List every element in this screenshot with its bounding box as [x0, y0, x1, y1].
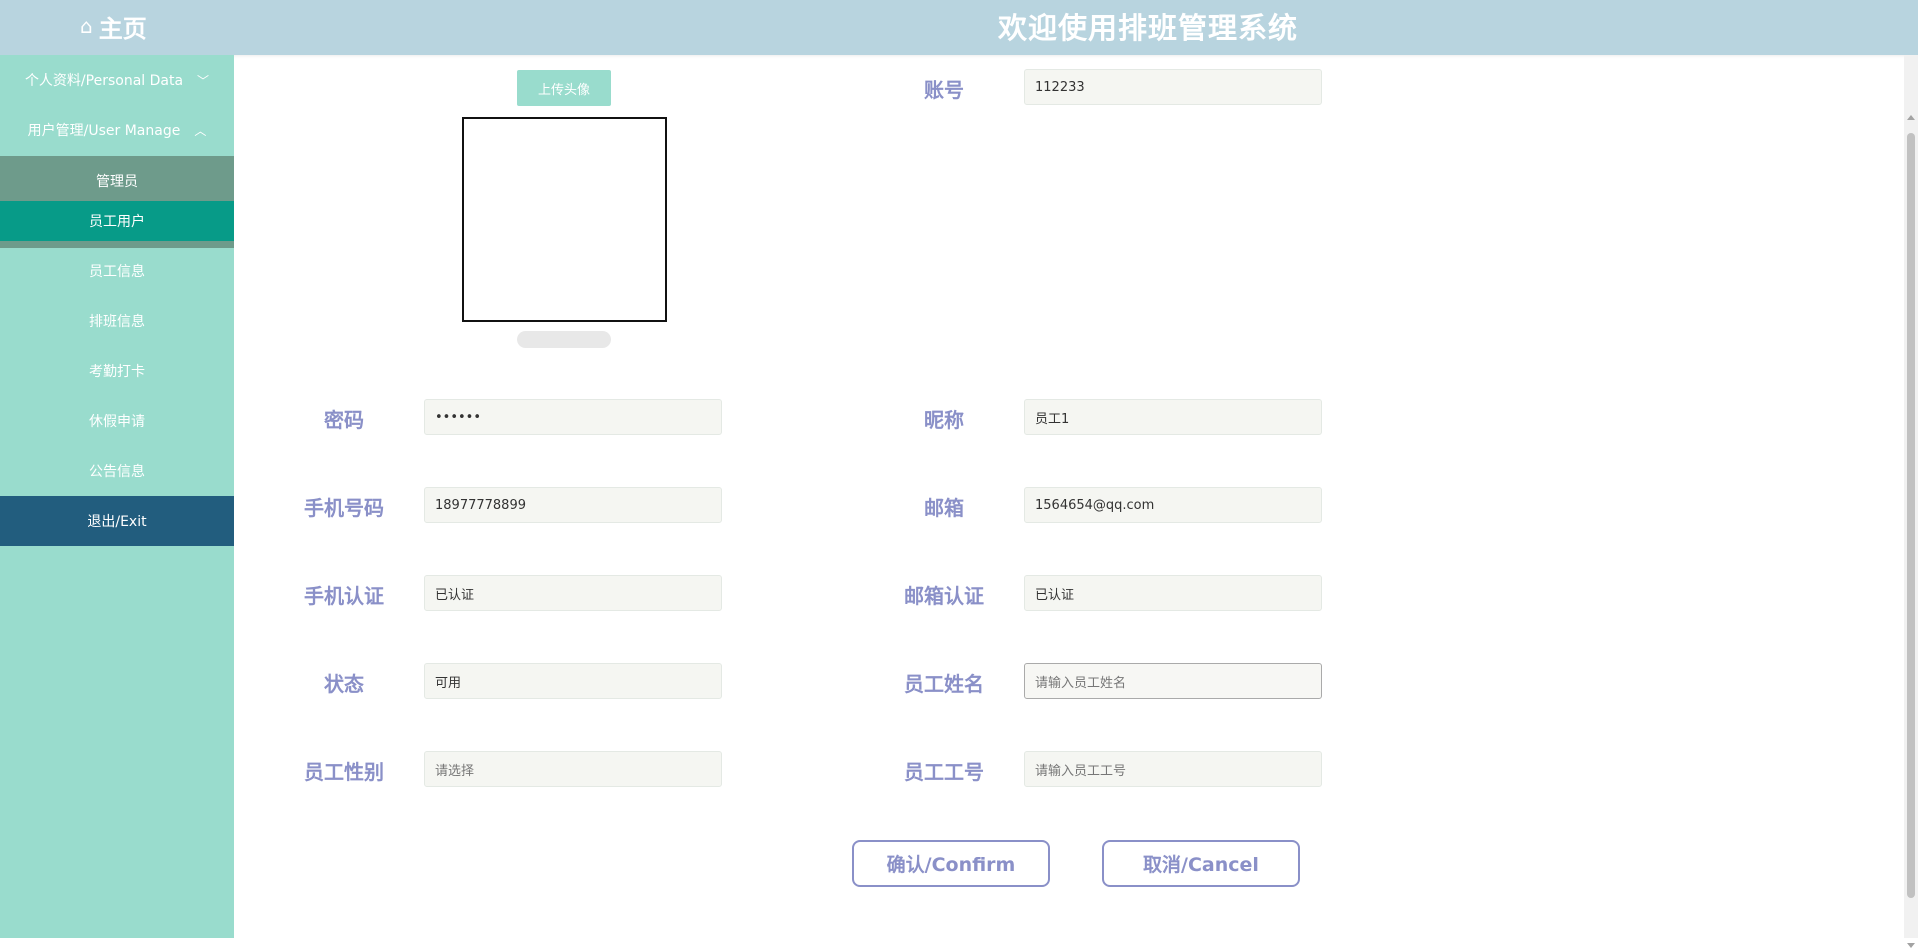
menu-user-manage-label: 用户管理/User Manage: [27, 123, 181, 139]
menu-user-manage[interactable]: 用户管理/User Manage ︿: [0, 105, 234, 155]
status-label: 状态: [324, 671, 364, 696]
sidebar-item-staff-user[interactable]: 员工用户: [0, 201, 234, 241]
sidebar-item-label: 考勤打卡: [89, 364, 145, 380]
email-field[interactable]: 1564654@qq.com: [1024, 487, 1322, 523]
account-field[interactable]: 112233: [1024, 69, 1322, 105]
cancel-button[interactable]: 取消/Cancel: [1102, 840, 1300, 887]
avatar-caption-placeholder: [517, 331, 611, 348]
sidebar-item-staff-user-label: 员工用户: [89, 214, 145, 230]
sidebar-item-label: 员工信息: [89, 264, 145, 280]
password-field[interactable]: ••••••: [424, 399, 722, 435]
staff-name-label: 员工姓名: [904, 671, 984, 696]
sidebar-item-notice[interactable]: 公告信息: [0, 446, 234, 496]
nickname-field[interactable]: 员工1: [1024, 399, 1322, 435]
upload-avatar-button[interactable]: 上传头像: [517, 70, 611, 106]
chevron-up-icon: ︿: [194, 123, 207, 138]
sidebar-item-exit-label: 退出/Exit: [87, 514, 147, 530]
sidebar-item-leave[interactable]: 休假申请: [0, 396, 234, 446]
phone-verify-label: 手机认证: [304, 583, 384, 608]
email-verify-label: 邮箱认证: [904, 583, 984, 608]
status-field[interactable]: 可用: [424, 663, 722, 699]
password-label: 密码: [324, 407, 364, 432]
chevron-down-icon: ﹀: [197, 73, 210, 88]
home-icon: ⌂: [80, 14, 93, 38]
menu-personal-data-label: 个人资料/Personal Data: [24, 73, 184, 89]
home-label: 主页: [98, 14, 147, 43]
email-verify-field[interactable]: 已认证: [1024, 575, 1322, 611]
sidebar-item-admin-label: 管理员: [96, 174, 138, 190]
phone-label: 手机号码: [304, 495, 384, 520]
sidebar-item-admin[interactable]: 管理员: [0, 156, 234, 206]
sidebar-item-staff-info[interactable]: 员工信息: [0, 246, 234, 296]
sidebar-item-exit[interactable]: 退出/Exit: [0, 496, 234, 546]
sidebar-item-label: 休假申请: [89, 414, 145, 430]
staff-gender-label: 员工性别: [304, 759, 384, 784]
scroll-down-arrow-icon[interactable]: [1907, 943, 1915, 948]
staff-name-input[interactable]: 请输入员工姓名: [1024, 663, 1322, 699]
top-header: ⌂ 主页 欢迎使用排班管理系统: [0, 0, 1918, 55]
sidebar-item-label: 公告信息: [89, 464, 145, 480]
page-title: 欢迎使用排班管理系统: [998, 11, 1299, 45]
page-scrollbar[interactable]: [1904, 55, 1918, 948]
sidebar-item-label: 排班信息: [89, 314, 145, 330]
phone-field[interactable]: 18977778899: [424, 487, 722, 523]
scroll-thumb[interactable]: [1907, 133, 1915, 898]
staff-no-input[interactable]: 请输入员工工号: [1024, 751, 1322, 787]
phone-verify-field[interactable]: 已认证: [424, 575, 722, 611]
confirm-button[interactable]: 确认/Confirm: [852, 840, 1050, 887]
sidebar: 个人资料/Personal Data ﹀ 用户管理/User Manage ︿ …: [0, 55, 234, 938]
sidebar-item-attendance[interactable]: 考勤打卡: [0, 346, 234, 396]
staff-gender-select[interactable]: 请选择: [424, 751, 722, 787]
menu-personal-data[interactable]: 个人资料/Personal Data ﹀: [0, 55, 234, 105]
account-label: 账号: [924, 77, 964, 102]
home-link[interactable]: ⌂ 主页: [80, 0, 147, 52]
nickname-label: 昵称: [924, 407, 964, 432]
staff-no-label: 员工工号: [904, 759, 984, 784]
email-label: 邮箱: [924, 495, 964, 520]
sidebar-item-schedule[interactable]: 排班信息: [0, 296, 234, 346]
avatar-preview: [462, 117, 667, 322]
scroll-up-arrow-icon[interactable]: [1907, 115, 1915, 120]
